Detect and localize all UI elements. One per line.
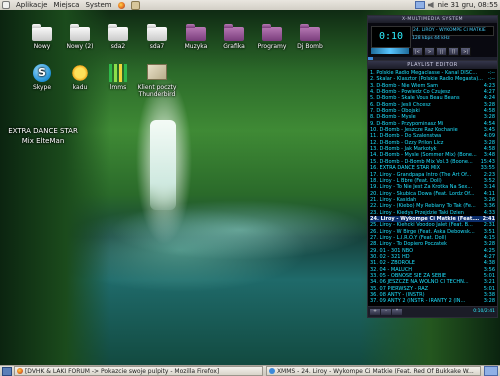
playlist-time: 0:10/2:41 <box>473 309 495 315</box>
xmms-visualizer <box>371 48 409 54</box>
xmms-seek-bar[interactable] <box>368 57 497 60</box>
desktop-icon-label: sda2 <box>110 43 126 50</box>
panel-tray: nie 31 gru, 08:55 <box>412 1 500 9</box>
skype-icon: S <box>33 64 51 82</box>
sun-icon <box>71 64 89 82</box>
desktop-icon-sda2[interactable]: sda2 <box>96 24 140 50</box>
xmms-icon <box>268 368 275 374</box>
taskbar-item-label: XMMS - 24. Liroy - Wykompe Ci Matkie (Fe… <box>276 367 474 375</box>
folder-icon <box>224 24 244 41</box>
playlist-titlebar[interactable]: PLAYLIST EDITOR <box>368 60 497 69</box>
desktop-icon-label: sda7 <box>149 43 165 50</box>
bottom-panel: [DVHK & LAKI FORUM -> Pokazcie swoje pul… <box>0 365 500 376</box>
playlist-row[interactable]: 37. 09 ANTY 2 (INSTR - IRANTY 2 (IN... 3:… <box>370 298 495 304</box>
xmms-time-display: 0:10 <box>371 26 411 48</box>
xmms-main-panel: 0:10 24. LIROY - WYKOMPE CI MATKIE 128 k… <box>368 23 497 57</box>
mail-launcher-icon[interactable] <box>130 0 140 10</box>
track-title: 37. 09 ANTY 2 (INSTR - IRANTY 2 (IN... <box>370 298 466 305</box>
desktop-icon-label: Dj Bomb <box>297 43 323 50</box>
desktop-icon-label: Nowy (2) <box>66 43 94 50</box>
playlist-select-button[interactable]: * <box>392 308 402 315</box>
stop-button[interactable]: [] <box>448 47 459 56</box>
desktop-icon-label: kadu <box>72 84 88 91</box>
desktop-icon-label: lmms <box>109 84 127 91</box>
desktop-icon-label: Skype <box>32 84 52 91</box>
folder-icon <box>32 24 52 41</box>
taskbar-item-label: [DVHK & LAKI FORUM -> Pokazcie swoje pul… <box>24 367 220 375</box>
xmms-controls: |< > || [] >| <box>412 47 472 56</box>
volume-icon[interactable] <box>427 2 434 8</box>
xmms-song-marquee: 24. LIROY - WYKOMPE CI MATKIE <box>412 26 494 36</box>
desktop-icon-label: Grafika <box>223 43 245 50</box>
next-button[interactable]: >| <box>460 47 471 56</box>
playlist-footer: + - * 0:10/2:41 <box>368 305 497 317</box>
xmms-bitrate: 128 kbps 44 kHz <box>412 36 450 41</box>
network-icon[interactable] <box>414 1 425 9</box>
track-duration: 3:28 <box>483 298 495 305</box>
xmms-titlebar[interactable]: X-MULTIMEDIA SYSTEM <box>368 16 497 23</box>
clock[interactable]: nie 31 gru, 08:55 <box>438 1 498 9</box>
drive-icon <box>147 24 167 41</box>
folder-icon <box>300 24 320 41</box>
wallpaper-pool <box>110 200 370 260</box>
desktop-icon-sda7[interactable]: sda7 <box>135 24 179 50</box>
panel-menus: Aplikacje Miejsca System <box>0 0 146 10</box>
envelope-icon <box>147 64 167 80</box>
wallpaper-waterfall <box>150 120 176 210</box>
xmms-window: X-MULTIMEDIA SYSTEM 0:10 24. LIROY - WYK… <box>367 15 498 318</box>
firefox-launcher-icon[interactable] <box>117 1 125 9</box>
lmms-icon <box>109 64 127 82</box>
firefox-icon <box>16 368 23 374</box>
play-button[interactable]: > <box>424 47 435 56</box>
pause-button[interactable]: || <box>436 47 447 56</box>
xmms-seek-fill <box>368 57 374 60</box>
desktop-icon-label: Nowy <box>33 43 51 50</box>
prev-button[interactable]: |< <box>412 47 423 56</box>
desktop-icon-label: Muzyka <box>184 43 208 50</box>
show-desktop-icon[interactable] <box>2 366 12 376</box>
playlist-remove-button[interactable]: - <box>381 308 391 315</box>
folder-icon <box>186 24 206 41</box>
gnome-foot-icon[interactable] <box>2 1 10 9</box>
drive-icon <box>108 24 128 41</box>
desktop-icon-dj-bomb[interactable]: Dj Bomb <box>288 24 332 50</box>
desktop-folder-label[interactable]: EXTRA DANCE STAR Mix ElteMan <box>4 126 82 146</box>
desktop-icon-thunderbird[interactable]: Klient poczty Thunderbird <box>134 62 180 98</box>
desktop-icon-label: Programy <box>257 43 287 50</box>
folder-icon <box>70 24 90 41</box>
menu-applications[interactable]: Aplikacje <box>16 1 47 9</box>
menu-places[interactable]: Miejsca <box>53 1 79 9</box>
desktop-icon-label: Klient poczty Thunderbird <box>137 84 177 98</box>
playlist: 1. Polskie Radio Megaclasse - Kanal DISC… <box>368 69 497 306</box>
playlist-add-button[interactable]: + <box>370 308 380 315</box>
menu-system[interactable]: System <box>85 1 111 9</box>
folder-icon <box>262 24 282 41</box>
